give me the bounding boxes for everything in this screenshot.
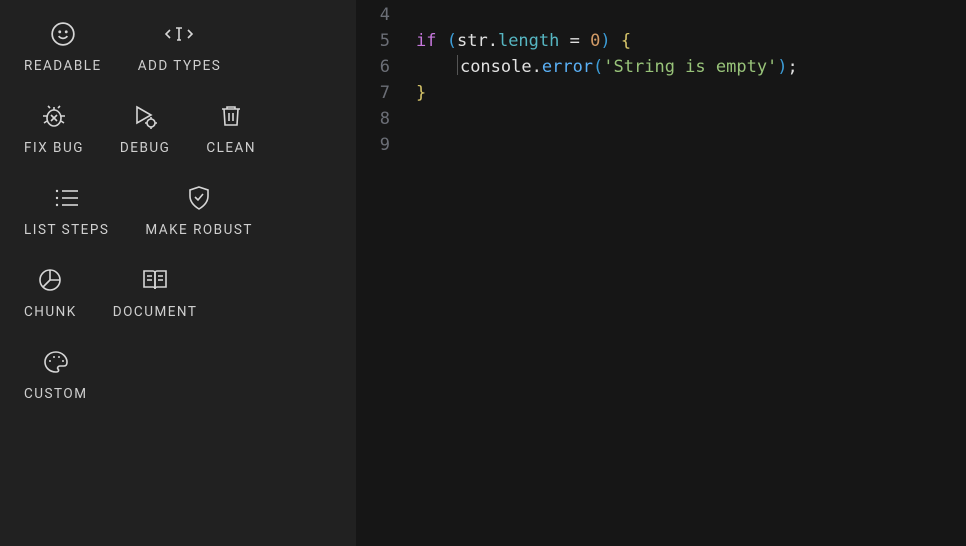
code-content[interactable]: console.error('String is empty');: [416, 54, 798, 80]
fix-bug-button[interactable]: FIX BUG: [10, 102, 98, 156]
sidebar-row: READABLE ADD TYPES: [10, 20, 346, 74]
code-content[interactable]: }: [416, 80, 426, 106]
pie-icon: [38, 266, 62, 294]
token: ): [600, 31, 610, 51]
line-number: 4: [356, 2, 416, 28]
debug-play-icon: [131, 102, 159, 130]
palette-icon: [43, 348, 69, 376]
line-number: 6: [356, 54, 416, 80]
tool-label: READABLE: [24, 58, 102, 74]
token: error: [542, 57, 593, 77]
code-line[interactable]: 5if (str.length = 0) {: [356, 28, 966, 54]
clean-button[interactable]: CLEAN: [192, 102, 270, 156]
tool-label: LIST STEPS: [24, 222, 109, 238]
bug-x-icon: [40, 102, 68, 130]
custom-button[interactable]: CUSTOM: [10, 348, 102, 402]
sidebar-row: CHUNK DOCUMENT: [10, 266, 346, 320]
token: =: [559, 31, 590, 51]
line-number: 7: [356, 80, 416, 106]
chunk-button[interactable]: CHUNK: [10, 266, 91, 320]
token: .: [488, 31, 498, 51]
tool-label: DEBUG: [120, 140, 170, 156]
token: ): [777, 57, 787, 77]
readable-button[interactable]: READABLE: [10, 20, 116, 74]
code-line[interactable]: 4: [356, 2, 966, 28]
code-line[interactable]: 6 console.error('String is empty');: [356, 54, 966, 80]
token: .: [532, 57, 542, 77]
list-steps-button[interactable]: LIST STEPS: [10, 184, 123, 238]
add-types-button[interactable]: ADD TYPES: [124, 20, 236, 74]
tool-label: MAKE ROBUST: [145, 222, 253, 238]
sidebar-row: FIX BUG DEBUG CLEAN: [10, 102, 346, 156]
tool-label: CUSTOM: [24, 386, 88, 402]
code-line[interactable]: 7}: [356, 80, 966, 106]
make-robust-button[interactable]: MAKE ROBUST: [131, 184, 267, 238]
cursor: [457, 55, 458, 75]
token: 0: [590, 31, 600, 51]
debug-button[interactable]: DEBUG: [106, 102, 184, 156]
token: ;: [788, 57, 798, 77]
line-number: 8: [356, 106, 416, 132]
smile-icon: [50, 20, 76, 48]
token: 'String is empty': [603, 57, 777, 77]
code-content[interactable]: if (str.length = 0) {: [416, 28, 631, 54]
shield-check-icon: [187, 184, 211, 212]
token: (: [447, 31, 457, 51]
token: console: [460, 57, 532, 77]
line-number: 9: [356, 132, 416, 158]
book-icon: [142, 266, 168, 294]
token: (: [593, 57, 603, 77]
tool-label: ADD TYPES: [138, 58, 222, 74]
tool-label: FIX BUG: [24, 140, 84, 156]
document-button[interactable]: DOCUMENT: [99, 266, 212, 320]
token: {: [621, 31, 631, 51]
sidebar-row: CUSTOM: [10, 348, 346, 402]
tool-label: CHUNK: [24, 304, 77, 320]
sidebar-row: LIST STEPS MAKE ROBUST: [10, 184, 346, 238]
token: length: [498, 31, 559, 51]
token: if: [416, 31, 436, 51]
code-line[interactable]: 9: [356, 132, 966, 158]
token: str: [457, 31, 488, 51]
tool-label: CLEAN: [206, 140, 256, 156]
token: [611, 31, 621, 51]
type-icon: [164, 20, 194, 48]
code-line[interactable]: 8: [356, 106, 966, 132]
tool-label: DOCUMENT: [113, 304, 198, 320]
token: [436, 31, 446, 51]
sidebar: READABLE ADD TYPES FIX BUG DEBUG CLEAN LIST S…: [0, 0, 356, 546]
token: }: [416, 83, 426, 103]
list-icon: [54, 184, 80, 212]
line-number: 5: [356, 28, 416, 54]
code-editor[interactable]: 45if (str.length = 0) {6 console.error('…: [356, 0, 966, 546]
trash-icon: [219, 102, 243, 130]
